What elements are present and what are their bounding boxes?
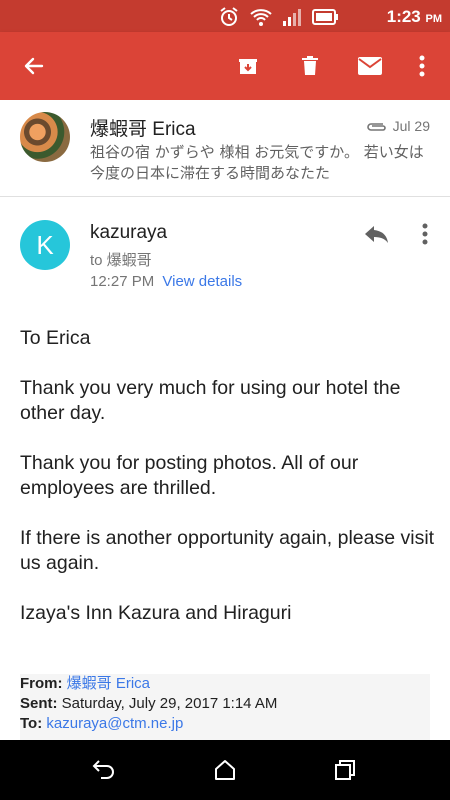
status-time: 1:23 PM <box>387 7 442 27</box>
back-button[interactable] <box>12 44 56 88</box>
back-icon <box>92 760 114 779</box>
message-body: To Erica Thank you very much for using o… <box>20 326 435 651</box>
recents-icon <box>335 760 355 780</box>
battery-icon <box>312 9 338 30</box>
thread-date-text: Jul 29 <box>392 118 430 134</box>
archive-icon <box>239 59 257 74</box>
back-arrow-icon <box>24 57 44 75</box>
mail-icon <box>358 57 382 75</box>
view-details-link[interactable]: View details <box>162 273 242 290</box>
nav-home-button[interactable] <box>205 754 245 786</box>
toolbar <box>0 32 450 100</box>
time-ampm: PM <box>425 13 443 25</box>
quote-to-link[interactable]: kazuraya@ctm.ne.jp <box>46 715 183 732</box>
body-paragraph: If there is another opportunity again, p… <box>20 527 435 574</box>
quote-sent-row: Sent: Saturday, July 29, 2017 1:14 AM <box>20 694 430 714</box>
navigation-bar <box>0 740 450 800</box>
body-paragraph: Thank you very much for using our hotel … <box>20 377 401 424</box>
mark-unread-button[interactable] <box>348 44 392 88</box>
quote-sent-value: Saturday, July 29, 2017 1:14 AM <box>61 695 278 712</box>
overflow-menu-button[interactable] <box>400 44 444 88</box>
sender-avatar: K <box>20 220 70 270</box>
quote-to-label: To: <box>20 715 43 732</box>
body-paragraph: To Erica <box>20 327 91 349</box>
nav-recents-button[interactable] <box>326 754 366 786</box>
reply-button[interactable] <box>358 218 394 250</box>
quoted-header: From: 爆蝦哥 Erica Sent: Saturday, July 29,… <box>20 674 430 744</box>
more-vert-icon <box>422 223 428 245</box>
time-value: 1:23 <box>386 7 421 26</box>
body-paragraph: Thank you for posting photos. All of our… <box>20 452 359 499</box>
body-paragraph: Izaya's Inn Kazura and Hiraguri <box>20 602 292 624</box>
message-more-button[interactable] <box>410 218 440 250</box>
quote-to-row: To: kazuraya@ctm.ne.jp <box>20 714 430 734</box>
status-icons <box>218 6 338 33</box>
quote-sent-label: Sent: <box>20 695 58 712</box>
recipient-line: to 爆蝦哥 <box>90 252 152 269</box>
thread-sender: 爆蝦哥 Erica <box>90 119 196 140</box>
more-vert-icon <box>419 55 425 77</box>
collapsed-message[interactable]: 爆蝦哥 Erica Jul 29 祖谷の宿 かずらや 様相 お元気ですか。 若い… <box>0 100 450 197</box>
home-icon <box>215 760 235 780</box>
thread-date: Jul 29 <box>365 118 430 134</box>
reply-icon <box>365 226 388 243</box>
archive-button[interactable] <box>226 44 270 88</box>
nav-back-button[interactable] <box>84 754 124 786</box>
quote-from-link[interactable]: 爆蝦哥 Erica <box>67 675 150 692</box>
sender-name: kazuraya <box>90 222 168 243</box>
signal-icon <box>282 8 302 31</box>
quote-from-label: From: <box>20 675 63 692</box>
wifi-icon <box>250 7 272 32</box>
thread-snippet: 祖谷の宿 かずらや 様相 お元気ですか。 若い女は今度の日本に滞在する時間あなた… <box>90 143 424 182</box>
status-bar: 1:23 PM <box>0 0 450 32</box>
message-time: 12:27 PM <box>90 273 155 290</box>
alarm-icon <box>218 6 240 33</box>
delete-button[interactable] <box>288 44 332 88</box>
quote-from-row: From: 爆蝦哥 Erica <box>20 674 430 694</box>
attachment-icon <box>366 123 386 131</box>
trash-icon <box>302 56 318 75</box>
avatar <box>20 112 70 162</box>
message-meta: 12:27 PM View details <box>90 273 242 290</box>
